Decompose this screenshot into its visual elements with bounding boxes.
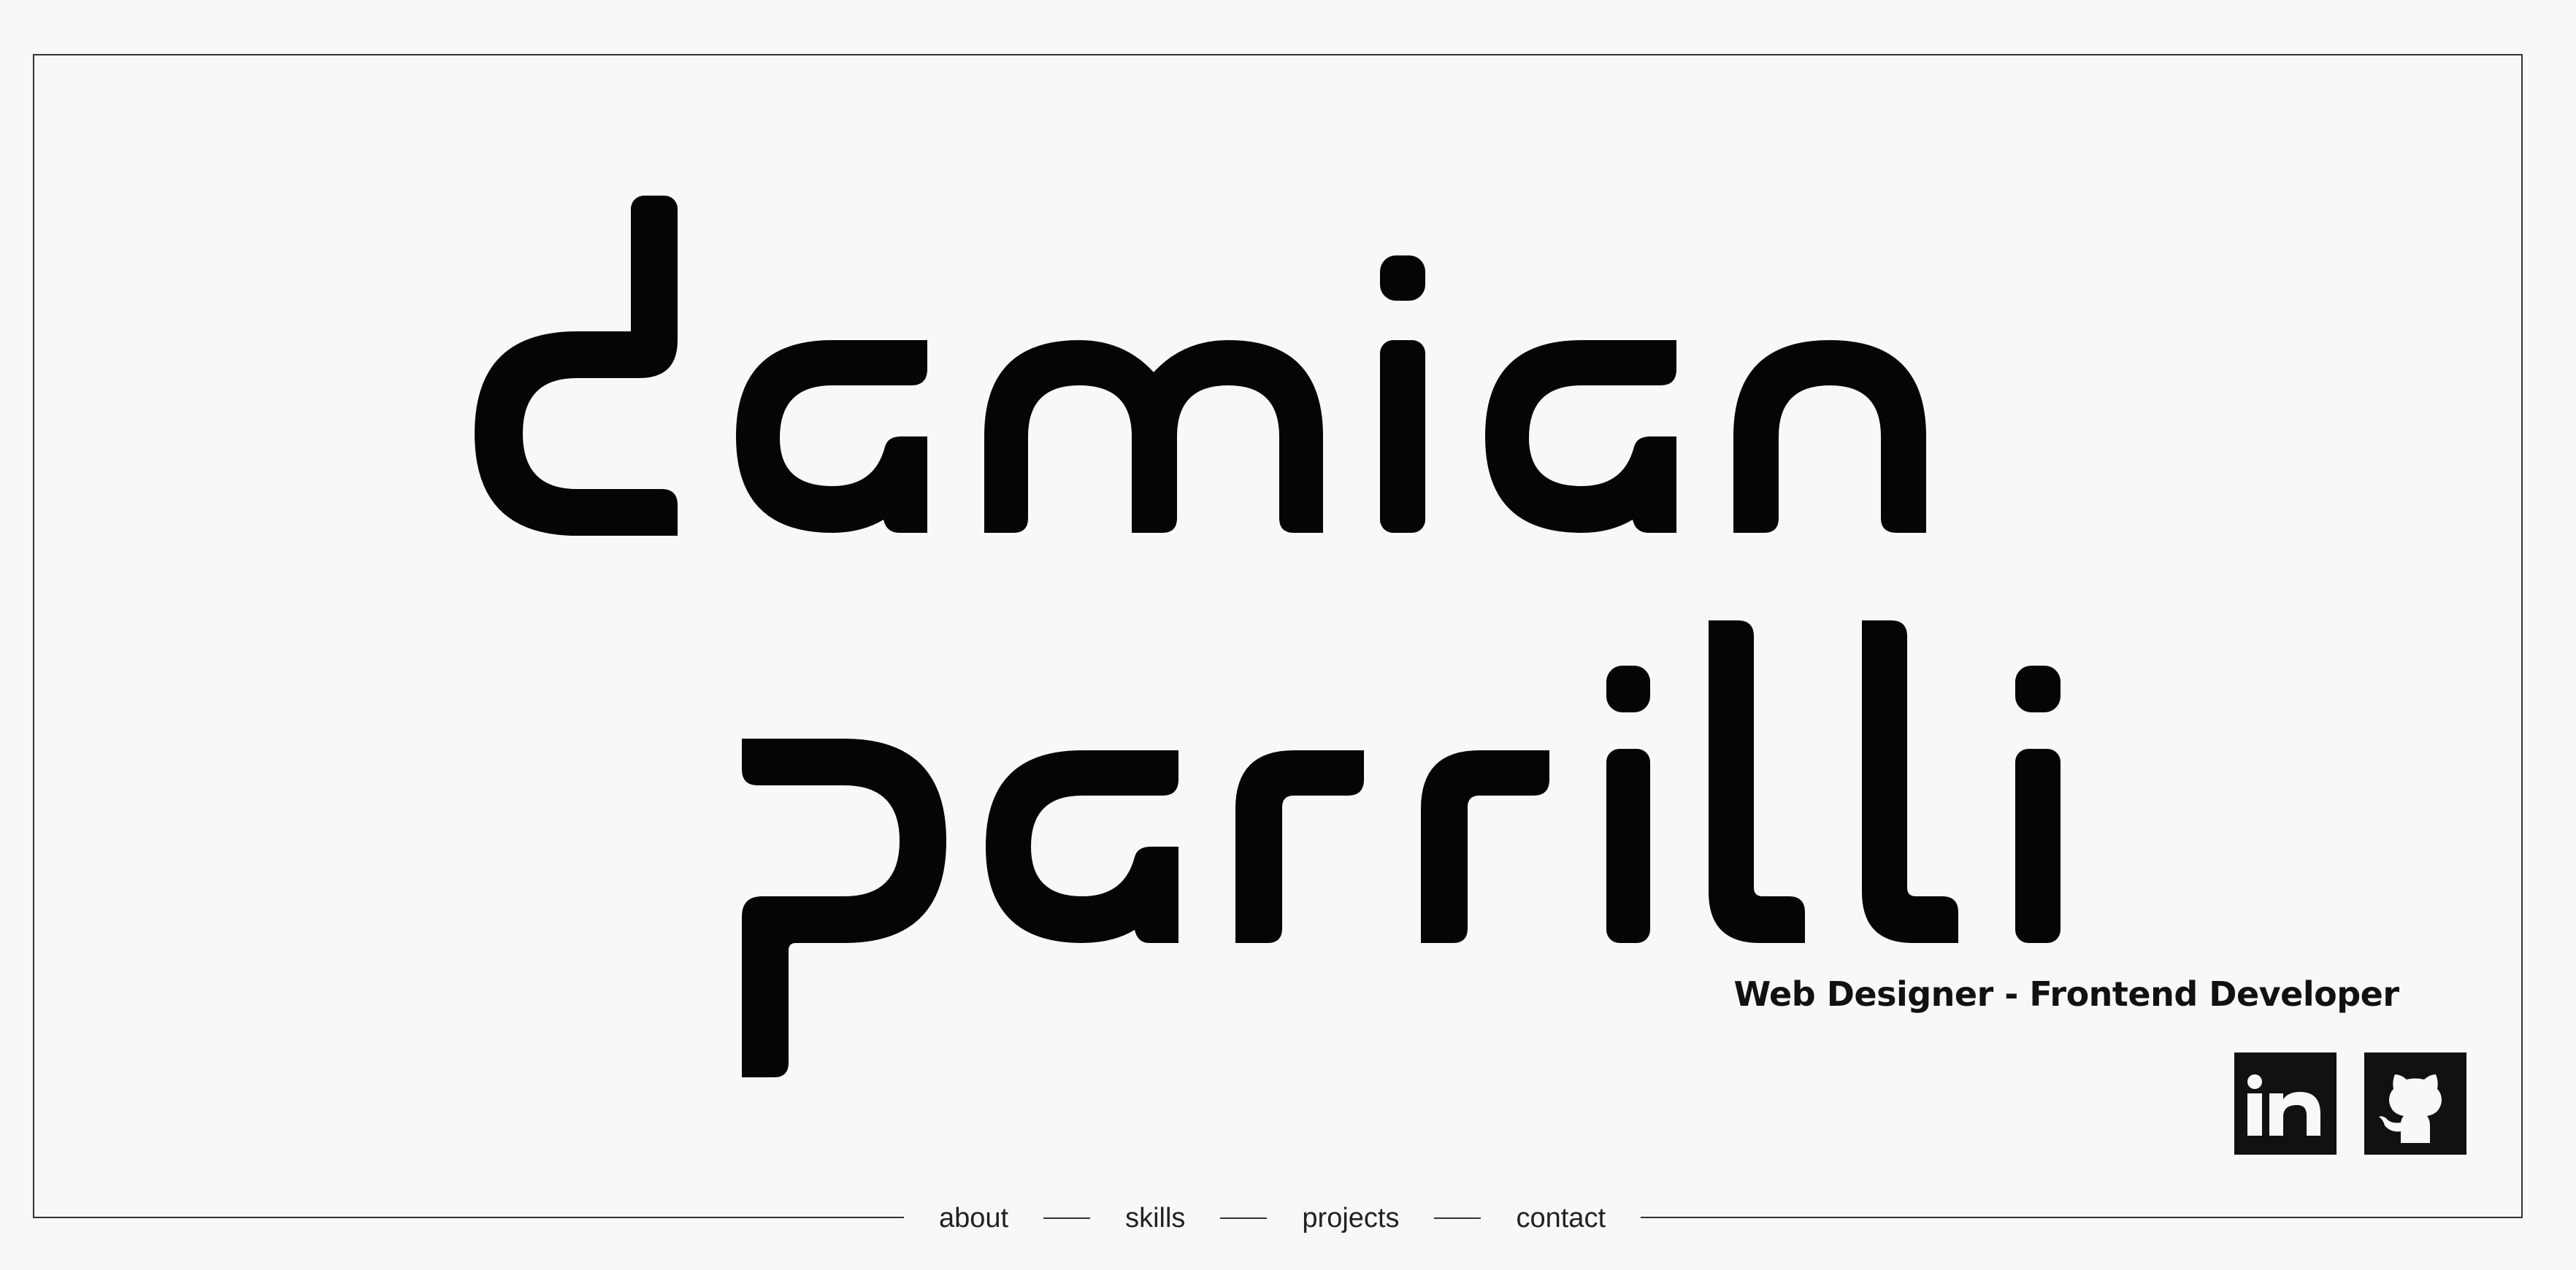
nav-divider [1043,1217,1091,1219]
nav-contact[interactable]: contact [1498,1203,1623,1234]
name-logo [475,196,2061,1077]
nav-skills[interactable]: skills [1108,1203,1203,1234]
nav-projects[interactable]: projects [1284,1203,1417,1234]
tagline: Web Designer - Frontend Developer [1733,974,2399,1014]
linkedin-icon [2247,1074,2320,1136]
linkedin-button[interactable] [2234,1052,2337,1155]
github-icon [2379,1074,2442,1143]
main-nav: about skills projects contact [904,1197,1641,1239]
nav-about[interactable]: about [921,1203,1026,1234]
page: Web Designer - Frontend Developer about … [0,0,2576,1270]
github-button[interactable] [2364,1052,2466,1155]
nav-divider [1220,1217,1268,1219]
logo-first-name [475,196,1926,536]
nav-divider [1434,1217,1481,1219]
